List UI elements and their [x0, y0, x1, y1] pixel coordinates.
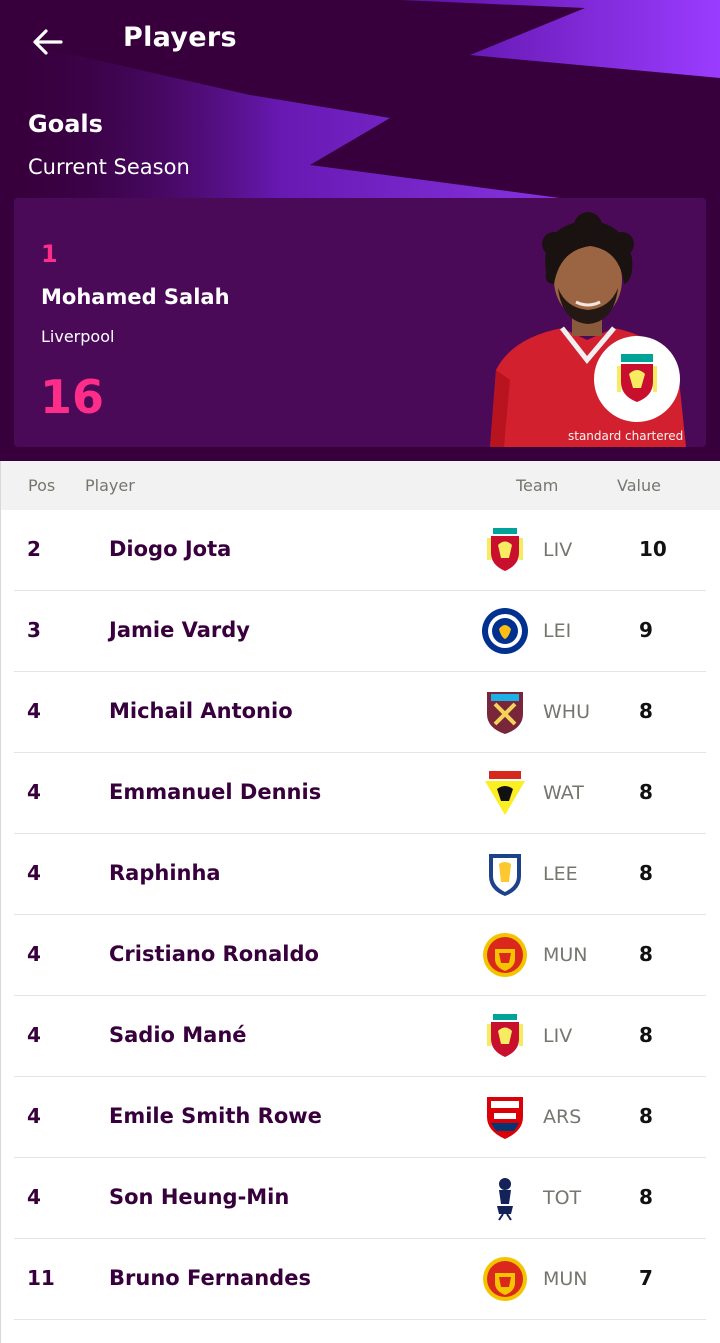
liverpool-crest-icon	[487, 528, 523, 571]
row-position: 4	[27, 1023, 41, 1047]
row-team-crest	[481, 931, 529, 979]
row-value: 8	[639, 780, 653, 804]
leader-rank: 1	[41, 240, 58, 268]
row-team-code: LIV	[543, 1025, 573, 1047]
row-team-code: LIV	[543, 539, 573, 561]
row-position: 4	[27, 861, 41, 885]
manutd-crest-icon	[483, 1257, 527, 1301]
table-row[interactable]: 4 Emile Smith Rowe ARS 8	[14, 1077, 706, 1158]
row-team-crest	[481, 1012, 529, 1060]
table-row[interactable]: 4 Sadio Mané LIV 8	[14, 996, 706, 1077]
header-pos: Pos	[28, 476, 56, 495]
tottenham-crest-icon	[497, 1178, 513, 1221]
row-position: 4	[27, 780, 41, 804]
row-value: 8	[639, 942, 653, 966]
row-position: 4	[27, 942, 41, 966]
row-team-code: MUN	[543, 944, 588, 966]
row-value: 9	[639, 618, 653, 642]
row-team-code: TOT	[543, 1187, 582, 1209]
row-team-code: WHU	[543, 701, 590, 723]
row-position: 4	[27, 699, 41, 723]
leader-team-crest	[594, 336, 680, 422]
back-button[interactable]	[24, 18, 72, 66]
leicester-crest-icon	[482, 608, 528, 654]
hero-header: Players Goals Current Season 1 Mohamed S…	[0, 0, 720, 461]
row-value: 8	[639, 699, 653, 723]
leader-card[interactable]: 1 Mohamed Salah Liverpool 16 standard ch…	[14, 198, 706, 447]
top-bar: Players	[0, 0, 720, 84]
row-value: 8	[639, 1185, 653, 1209]
row-value: 8	[639, 1104, 653, 1128]
row-team-code: WAT	[543, 782, 584, 804]
row-team-crest	[481, 607, 529, 655]
leader-value: 16	[40, 370, 105, 424]
row-position: 2	[27, 537, 41, 561]
row-position: 4	[27, 1104, 41, 1128]
table-row[interactable]: 3 Jamie Vardy LEI 9	[14, 591, 706, 672]
row-player-name: Son Heung-Min	[109, 1185, 290, 1209]
watford-crest-icon	[485, 771, 525, 815]
back-arrow-icon	[33, 29, 63, 55]
liverpool-crest-icon	[617, 354, 657, 402]
table-header: Pos Player Team Value	[0, 461, 720, 510]
row-team-code: LEI	[543, 620, 572, 642]
arsenal-crest-icon	[487, 1097, 523, 1139]
table-row[interactable]: 4 Emmanuel Dennis WAT 8	[14, 753, 706, 834]
table-row[interactable]: 2 Diogo Jota LIV 10	[14, 510, 706, 591]
row-player-name: Diogo Jota	[109, 537, 232, 561]
row-player-name: Emmanuel Dennis	[109, 780, 322, 804]
leeds-crest-icon	[489, 854, 521, 896]
row-position: 11	[27, 1266, 55, 1290]
row-position: 4	[27, 1185, 41, 1209]
table-row[interactable]: 4 Raphinha LEE 8	[14, 834, 706, 915]
header-player: Player	[85, 476, 135, 495]
manutd-crest-icon	[483, 933, 527, 977]
row-team-crest	[481, 1174, 529, 1222]
row-player-name: Emile Smith Rowe	[109, 1104, 322, 1128]
row-value: 8	[639, 1023, 653, 1047]
table-row[interactable]: 4 Cristiano Ronaldo MUN 8	[14, 915, 706, 996]
row-value: 7	[639, 1266, 653, 1290]
row-team-crest	[481, 1255, 529, 1303]
row-team-crest	[481, 688, 529, 736]
table-row[interactable]: 4 Son Heung-Min TOT 8	[14, 1158, 706, 1239]
row-player-name: Jamie Vardy	[109, 618, 250, 642]
leader-team: Liverpool	[41, 327, 115, 346]
table-row[interactable]: 4 Michail Antonio WHU 8	[14, 672, 706, 753]
row-player-name: Bruno Fernandes	[109, 1266, 311, 1290]
players-list: 2 Diogo Jota LIV 10 3 Jamie Vardy LEI 9 …	[0, 510, 720, 1320]
header-value: Value	[617, 476, 661, 495]
stat-title: Goals	[28, 110, 103, 138]
stat-subtitle: Current Season	[28, 155, 190, 179]
westham-crest-icon	[487, 692, 523, 734]
table-row[interactable]: 11 Bruno Fernandes MUN 7	[14, 1239, 706, 1320]
row-player-name: Cristiano Ronaldo	[109, 942, 319, 966]
row-team-crest	[481, 526, 529, 574]
header-team: Team	[516, 476, 559, 495]
row-team-code: ARS	[543, 1106, 582, 1128]
row-value: 10	[639, 537, 667, 561]
row-team-crest	[481, 850, 529, 898]
row-team-crest	[481, 1093, 529, 1141]
row-player-name: Michail Antonio	[109, 699, 293, 723]
row-team-crest	[481, 769, 529, 817]
row-value: 8	[639, 861, 653, 885]
page-title: Players	[123, 22, 237, 53]
row-team-code: MUN	[543, 1268, 588, 1290]
leader-name: Mohamed Salah	[41, 285, 230, 309]
row-team-code: LEE	[543, 863, 578, 885]
row-player-name: Raphinha	[109, 861, 221, 885]
liverpool-crest-icon	[487, 1014, 523, 1057]
shirt-sponsor: standard chartered	[568, 429, 683, 443]
row-player-name: Sadio Mané	[109, 1023, 247, 1047]
row-position: 3	[27, 618, 41, 642]
